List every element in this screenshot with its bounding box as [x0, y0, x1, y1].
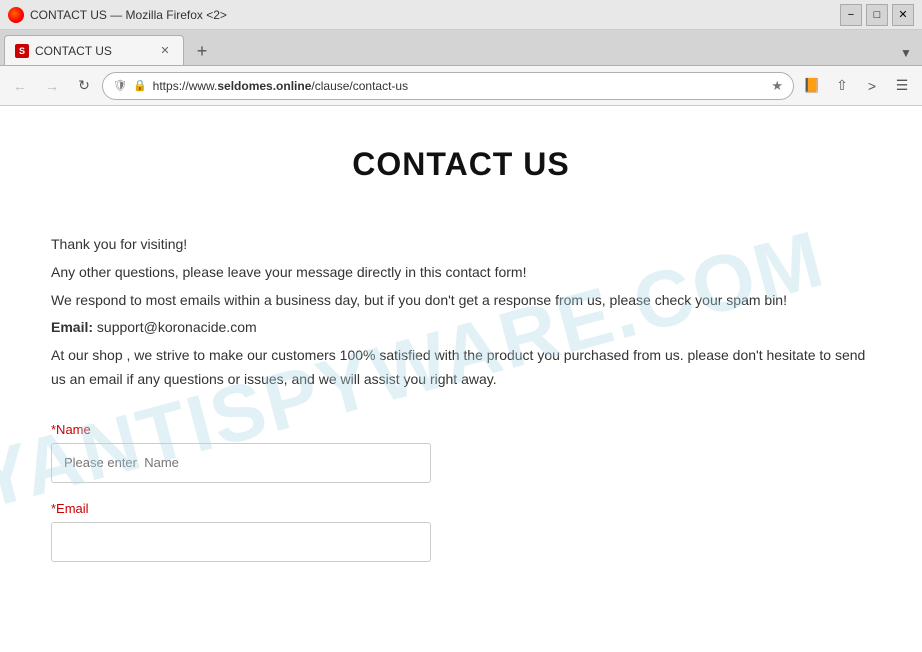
tab-close-button[interactable]: ✕	[157, 43, 173, 59]
titlebar: CONTACT US — Mozilla Firefox <2> − □ ✕	[0, 0, 922, 30]
content-inner: CONTACT US Thank you for visiting! Any o…	[11, 106, 911, 620]
tab-favicon: S	[15, 44, 29, 58]
titlebar-controls[interactable]: − □ ✕	[840, 4, 914, 26]
menu-button[interactable]: ☰	[888, 72, 916, 100]
email-label: Email:	[51, 319, 93, 335]
pocket-button[interactable]: 📙	[798, 72, 826, 100]
page-content: MYANTISPYWARE.COM CONTACT US Thank you f…	[0, 106, 922, 652]
name-input[interactable]	[51, 443, 431, 483]
close-button[interactable]: ✕	[892, 4, 914, 26]
extensions-button[interactable]: >	[858, 72, 886, 100]
name-field: *Name	[51, 422, 871, 483]
titlebar-title: CONTACT US — Mozilla Firefox <2>	[30, 8, 227, 22]
contact-form: *Name *Email	[51, 422, 871, 562]
forward-button[interactable]: →	[38, 72, 66, 100]
reload-button[interactable]: ↻	[70, 72, 98, 100]
lock-icon: 🔒	[133, 79, 147, 92]
new-tab-button[interactable]: +	[188, 37, 216, 65]
email-field-container: *Email	[51, 501, 871, 562]
email-value: support@koronacide.com	[97, 319, 257, 335]
email-field-label: *Email	[51, 501, 871, 516]
minimize-button[interactable]: −	[840, 4, 862, 26]
navbar: ← → ↻ 🛡 🔒 https://www.seldomes.online/cl…	[0, 66, 922, 106]
share-button[interactable]: ⇧	[828, 72, 856, 100]
titlebar-left: CONTACT US — Mozilla Firefox <2>	[8, 7, 227, 23]
firefox-icon	[8, 7, 24, 23]
tab-overflow-button[interactable]: ▼	[894, 41, 918, 65]
back-button[interactable]: ←	[6, 72, 34, 100]
body-line2: Any other questions, please leave your m…	[51, 261, 871, 285]
page-heading: CONTACT US	[51, 146, 871, 183]
navbar-right: 📙 ⇧ > ☰	[798, 72, 916, 100]
body-line1: Thank you for visiting!	[51, 233, 871, 257]
email-input[interactable]	[51, 522, 431, 562]
tab-contact-us[interactable]: S CONTACT US ✕	[4, 35, 184, 65]
address-bar[interactable]: 🛡 🔒 https://www.seldomes.online/clause/c…	[102, 72, 794, 100]
body-line3: We respond to most emails within a busin…	[51, 289, 871, 313]
bookmark-star-icon[interactable]: ★	[771, 78, 783, 94]
tab-label: CONTACT US	[35, 44, 151, 58]
name-label: *Name	[51, 422, 871, 437]
url-text: https://www.seldomes.online/clause/conta…	[153, 79, 766, 93]
body-line4: At our shop , we strive to make our cust…	[51, 344, 871, 392]
body-email: Email: support@koronacide.com	[51, 316, 871, 340]
maximize-button[interactable]: □	[866, 4, 888, 26]
tabbar: S CONTACT US ✕ + ▼	[0, 30, 922, 66]
page-body: Thank you for visiting! Any other questi…	[51, 233, 871, 392]
shield-icon: 🛡	[113, 79, 127, 92]
